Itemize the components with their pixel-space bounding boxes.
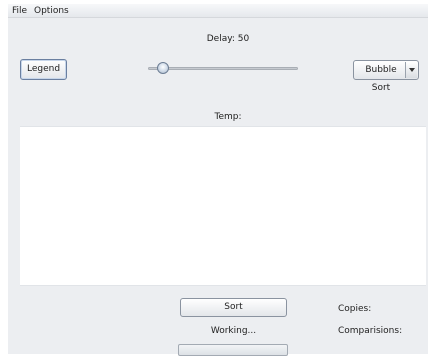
slider-thumb[interactable] [157, 62, 169, 74]
delay-label: Delay: 50 [206, 34, 250, 44]
chevron-down-icon[interactable] [405, 62, 417, 78]
temp-label: Temp: [214, 112, 242, 122]
algorithm-select[interactable]: Bubble Sort [353, 60, 419, 93]
sort-button[interactable]: Sort [180, 298, 287, 317]
legend-button[interactable]: Legend [20, 59, 67, 80]
menu-bar: File Options [8, 4, 428, 18]
slider-track[interactable] [148, 67, 298, 70]
progress-bar [178, 344, 288, 356]
delay-slider[interactable] [148, 62, 298, 74]
copies-label: Copies: [338, 304, 372, 314]
app-window: File Options Delay: 50 Legend Bubble Sor… [8, 4, 428, 356]
algorithm-select-value: Bubble Sort [365, 65, 397, 93]
working-status: Working... [210, 326, 257, 336]
menu-file[interactable]: File [12, 5, 27, 17]
menu-options[interactable]: Options [34, 5, 69, 17]
comparisons-label: Comparisions: [338, 326, 403, 336]
sort-visualization-canvas [20, 126, 426, 286]
